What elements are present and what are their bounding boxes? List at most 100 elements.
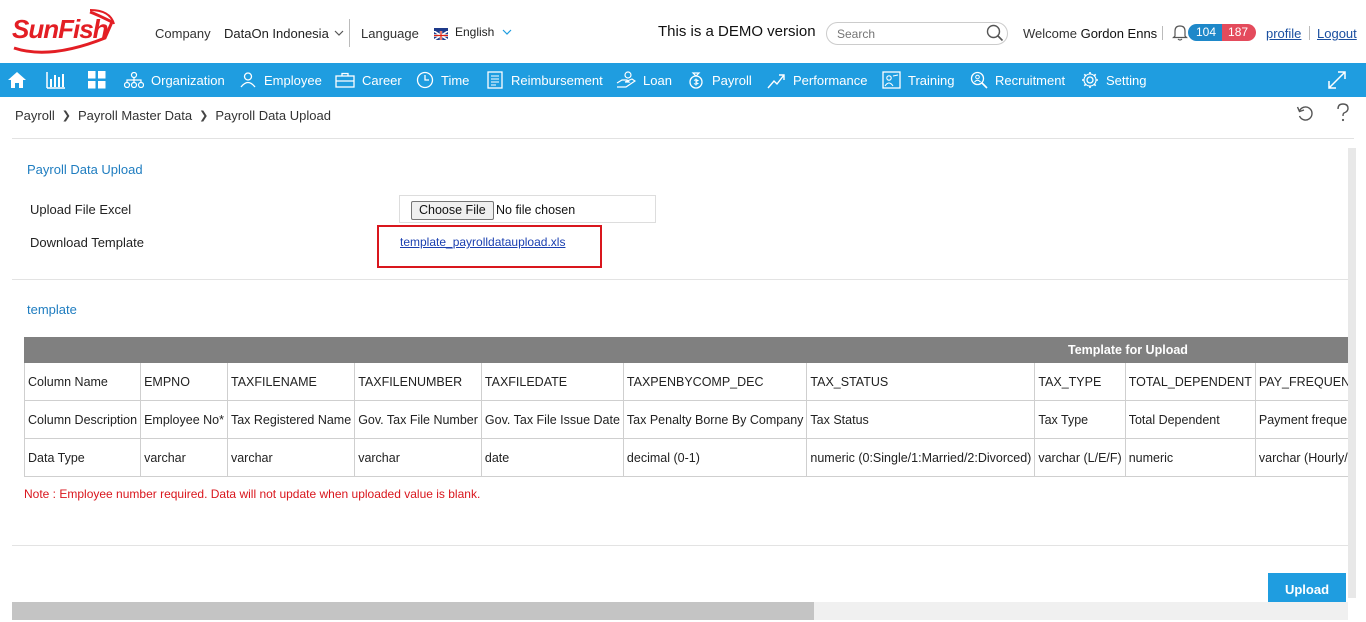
choose-file-button[interactable]: Choose File: [411, 201, 494, 220]
help-icon[interactable]: [1336, 103, 1350, 123]
breadcrumb-item: Payroll Data Upload: [215, 108, 331, 123]
sunfish-logo[interactable]: SunFish: [10, 8, 120, 56]
table-cell: numeric: [1124, 438, 1256, 477]
refresh-icon[interactable]: [1296, 104, 1315, 123]
required-note: Note : Employee number required. Data wi…: [24, 487, 481, 501]
logo-text: SunFish: [12, 14, 109, 44]
nav-label: Performance: [793, 72, 868, 88]
table-row: Column Name EMPNO TAXFILENAME TAXFILENUM…: [23, 362, 1354, 401]
nav-label: Recruitment: [995, 72, 1066, 88]
welcome-prefix: Welcome: [1023, 26, 1077, 41]
nav-performance[interactable]: Performance: [767, 63, 867, 97]
table-header-title: Template for Upload: [1068, 343, 1188, 357]
nav-label: Loan: [643, 72, 672, 88]
nav-career[interactable]: Career: [335, 63, 402, 97]
table-cell: numeric (0:Single/1:Married/2:Divorced): [806, 438, 1036, 477]
receipt-icon: [487, 71, 503, 89]
career-icon: [335, 72, 355, 88]
org-icon: [124, 72, 144, 88]
file-input[interactable]: Choose File No file chosen: [399, 195, 656, 223]
user-name: Gordon Enns: [1080, 26, 1158, 41]
nav-label: Time: [441, 72, 470, 88]
notification-count-red[interactable]: 187: [1222, 24, 1257, 41]
table-cell: EMPNO: [140, 362, 228, 401]
table-cell: varchar: [354, 438, 482, 477]
table-cell: Tax Type: [1034, 400, 1126, 439]
chevron-down-icon[interactable]: [334, 30, 344, 37]
table-cell: Column Description: [23, 400, 142, 439]
logout-link[interactable]: Logout: [1317, 26, 1357, 41]
table-row: Column Description Employee No* Tax Regi…: [23, 400, 1354, 439]
recruit-icon: [970, 71, 988, 89]
table-cell: varchar (L/E/F): [1034, 438, 1126, 477]
loan-icon: [616, 71, 636, 88]
table-cell: TAXFILEDATE: [480, 362, 624, 401]
horizontal-scrollbar-thumb[interactable]: [12, 602, 814, 620]
clock-icon: [416, 71, 434, 89]
table-cell: varchar (Hourly/Daily): [1254, 438, 1354, 477]
upload-file-label: Upload File Excel: [30, 202, 132, 217]
nav-setting[interactable]: Setting: [1081, 63, 1146, 97]
breadcrumb-item[interactable]: Payroll: [15, 108, 55, 123]
dashboard-chart-icon[interactable]: [46, 63, 66, 97]
top-header: SunFish Company DataOn Indonesia Languag…: [0, 0, 1366, 63]
language-select[interactable]: English: [455, 25, 494, 39]
company-select[interactable]: DataOn Indonesia: [224, 26, 329, 41]
uk-flag-icon: [433, 28, 449, 41]
nav-recruitment[interactable]: Recruitment: [970, 63, 1065, 97]
expand-icon[interactable]: [1327, 63, 1347, 97]
nav-training[interactable]: Training: [882, 63, 954, 97]
bell-icon[interactable]: [1172, 24, 1188, 41]
training-icon: [882, 71, 901, 89]
upload-button[interactable]: Upload: [1268, 573, 1346, 605]
company-label: Company: [155, 26, 211, 41]
divider: [349, 19, 350, 47]
breadcrumb-item[interactable]: Payroll Master Data: [78, 108, 192, 123]
payroll-icon: [689, 72, 703, 89]
page-title: Payroll Data Upload: [27, 162, 143, 177]
file-status-text: No file chosen: [496, 203, 576, 217]
template-title: template: [27, 302, 77, 317]
table-cell: TAX_TYPE: [1034, 362, 1126, 401]
profile-link[interactable]: profile: [1266, 26, 1301, 41]
main-nav: Organization Employee Career Time Reimbu…: [0, 63, 1366, 97]
table-row: Data Type varchar varchar varchar date d…: [23, 438, 1354, 477]
employee-icon: [240, 72, 256, 88]
download-template-label: Download Template: [30, 235, 144, 250]
search-input[interactable]: [826, 22, 1008, 45]
nav-organization[interactable]: Organization: [124, 63, 225, 97]
table-cell: date: [480, 438, 624, 477]
nav-label: Employee: [264, 72, 322, 88]
table-cell: Gov. Tax File Issue Date: [480, 400, 624, 439]
table-cell: Employee No*: [140, 400, 228, 439]
table-cell: Data Type: [23, 438, 142, 477]
chevron-right-icon: ❯: [61, 110, 71, 122]
nav-time[interactable]: Time: [416, 63, 469, 97]
template-table: Template for Upload Column Name EMPNO TA…: [23, 337, 1354, 477]
table-cell: TAXFILENAME: [226, 362, 356, 401]
nav-reimbursement[interactable]: Reimbursement: [486, 63, 603, 97]
demo-notice: This is a DEMO version: [658, 23, 816, 40]
divider: [1309, 26, 1310, 40]
nav-label: Career: [362, 72, 402, 88]
table-cell: TAXPENBYCOMP_DEC: [622, 362, 808, 401]
trend-icon: [767, 73, 785, 88]
table-cell: PAY_FREQUENCY: [1254, 362, 1354, 401]
nav-label: Organization: [151, 72, 225, 88]
apps-grid-icon[interactable]: [88, 63, 106, 97]
content-panel: Payroll Data Upload Upload File Excel Ch…: [12, 138, 1354, 622]
search-icon[interactable]: [986, 24, 1004, 42]
nav-loan[interactable]: Loan: [616, 63, 672, 97]
table-cell: Total Dependent: [1124, 400, 1256, 439]
notification-count-blue[interactable]: 104: [1188, 24, 1223, 41]
nav-employee[interactable]: Employee: [239, 63, 322, 97]
table-cell: decimal (0-1): [622, 438, 808, 477]
table-cell: Payment frequency: [1254, 400, 1354, 439]
vertical-scrollbar[interactable]: [1348, 148, 1356, 598]
chevron-down-icon[interactable]: [502, 29, 512, 36]
nav-payroll[interactable]: Payroll: [687, 63, 752, 97]
divider: [1162, 26, 1163, 40]
notification-badges[interactable]: 104 187: [1188, 24, 1257, 41]
table-header-row: Template for Upload: [24, 337, 1354, 363]
home-icon[interactable]: [7, 63, 27, 97]
